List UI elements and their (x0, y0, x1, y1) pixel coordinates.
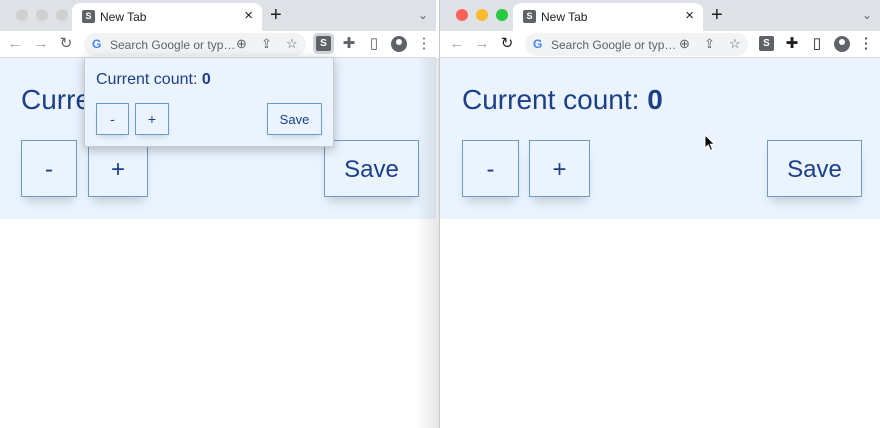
forward-icon[interactable]: → (473, 35, 491, 53)
left-browser-window: S New Tab × + ⌄ ← → ↻ G Search Google or… (0, 0, 436, 428)
maximize-window-button[interactable] (56, 9, 68, 21)
back-icon[interactable]: ← (448, 35, 466, 53)
profile-avatar[interactable] (391, 36, 407, 52)
star-icon[interactable]: ☆ (729, 36, 741, 52)
zoom-icon[interactable]: ⊕ (679, 36, 690, 52)
popup-title: Current count: 0 (96, 71, 211, 89)
reload-icon[interactable]: ↻ (498, 35, 516, 53)
side-panel-icon[interactable]: ▯ (365, 35, 383, 53)
chevron-down-icon[interactable]: ⌄ (418, 8, 428, 22)
tab-title: New Tab (100, 10, 147, 24)
save-button[interactable]: Save (767, 140, 862, 197)
extension-popup: Current count: 0 - + Save (84, 57, 334, 147)
search-input[interactable]: Search Google or typ… (551, 38, 675, 52)
tab-strip: S New Tab × + ⌄ (440, 0, 880, 31)
page-title: Current count: 0 (462, 84, 663, 116)
popup-decrement-button[interactable]: - (96, 103, 129, 135)
share-icon[interactable]: ⇪ (704, 36, 715, 52)
popup-count-label: Current count: (96, 71, 198, 88)
increment-button[interactable]: + (529, 140, 590, 197)
new-tab-button[interactable]: + (270, 5, 282, 25)
back-icon[interactable]: ← (6, 35, 24, 53)
menu-icon[interactable]: ⋮ (857, 35, 875, 53)
favicon-icon: S (82, 10, 95, 23)
close-window-button[interactable] (456, 9, 468, 21)
maximize-window-button[interactable] (496, 9, 508, 21)
tab-new-tab[interactable]: S New Tab × (72, 3, 262, 31)
tab-new-tab[interactable]: S New Tab × (513, 3, 703, 31)
google-icon: G (533, 37, 543, 51)
reload-icon[interactable]: ↻ (57, 35, 75, 53)
close-window-button[interactable] (16, 9, 28, 21)
mouse-cursor-icon (704, 134, 716, 152)
address-bar[interactable]: G Search Google or typ… ⊕ ⇪ ☆ (84, 33, 306, 56)
profile-avatar[interactable] (834, 36, 850, 52)
forward-icon[interactable]: → (32, 35, 50, 53)
increment-button[interactable]: + (88, 140, 148, 197)
extension-s-icon[interactable]: S (316, 36, 331, 51)
decrement-button[interactable]: - (462, 140, 519, 197)
close-icon[interactable]: × (244, 7, 253, 25)
decrement-button[interactable]: - (21, 140, 77, 197)
popup-save-button[interactable]: Save (267, 103, 322, 135)
count-value: 0 (647, 84, 663, 115)
puzzle-icon[interactable]: ✚ (783, 35, 801, 53)
save-button[interactable]: Save (324, 140, 419, 197)
minimize-window-button[interactable] (476, 9, 488, 21)
search-input[interactable]: Search Google or typ… (110, 38, 238, 52)
new-tab-button[interactable]: + (711, 5, 723, 25)
close-icon[interactable]: × (685, 7, 694, 25)
count-label: Current count: (462, 84, 640, 115)
toolbar: ← → ↻ G Search Google or typ… ⊕ ⇪ ☆ S ✚ … (440, 31, 880, 58)
minimize-window-button[interactable] (36, 9, 48, 21)
zoom-icon[interactable]: ⊕ (236, 36, 247, 52)
puzzle-icon[interactable]: ✚ (340, 35, 358, 53)
chevron-down-icon[interactable]: ⌄ (862, 8, 872, 22)
address-bar[interactable]: G Search Google or typ… ⊕ ⇪ ☆ (525, 33, 748, 56)
side-panel-icon[interactable]: ▯ (808, 35, 826, 53)
toolbar: ← → ↻ G Search Google or typ… ⊕ ⇪ ☆ S ✚ … (0, 31, 436, 58)
popup-increment-button[interactable]: + (135, 103, 169, 135)
page-content: Current count: 0 - + Save (440, 58, 880, 219)
share-icon[interactable]: ⇪ (261, 36, 272, 52)
extension-s-icon[interactable]: S (759, 36, 774, 51)
right-browser-window: S New Tab × + ⌄ ← → ↻ G Search Google or… (439, 0, 880, 428)
menu-icon[interactable]: ⋮ (415, 35, 433, 53)
tab-title: New Tab (541, 10, 588, 24)
window-controls (16, 9, 68, 21)
window-gap-shadow (416, 58, 439, 428)
star-icon[interactable]: ☆ (286, 36, 298, 52)
window-controls (456, 9, 508, 21)
popup-count-value: 0 (201, 71, 211, 88)
tab-strip: S New Tab × + ⌄ (0, 0, 436, 31)
favicon-icon: S (523, 10, 536, 23)
google-icon: G (92, 37, 102, 51)
